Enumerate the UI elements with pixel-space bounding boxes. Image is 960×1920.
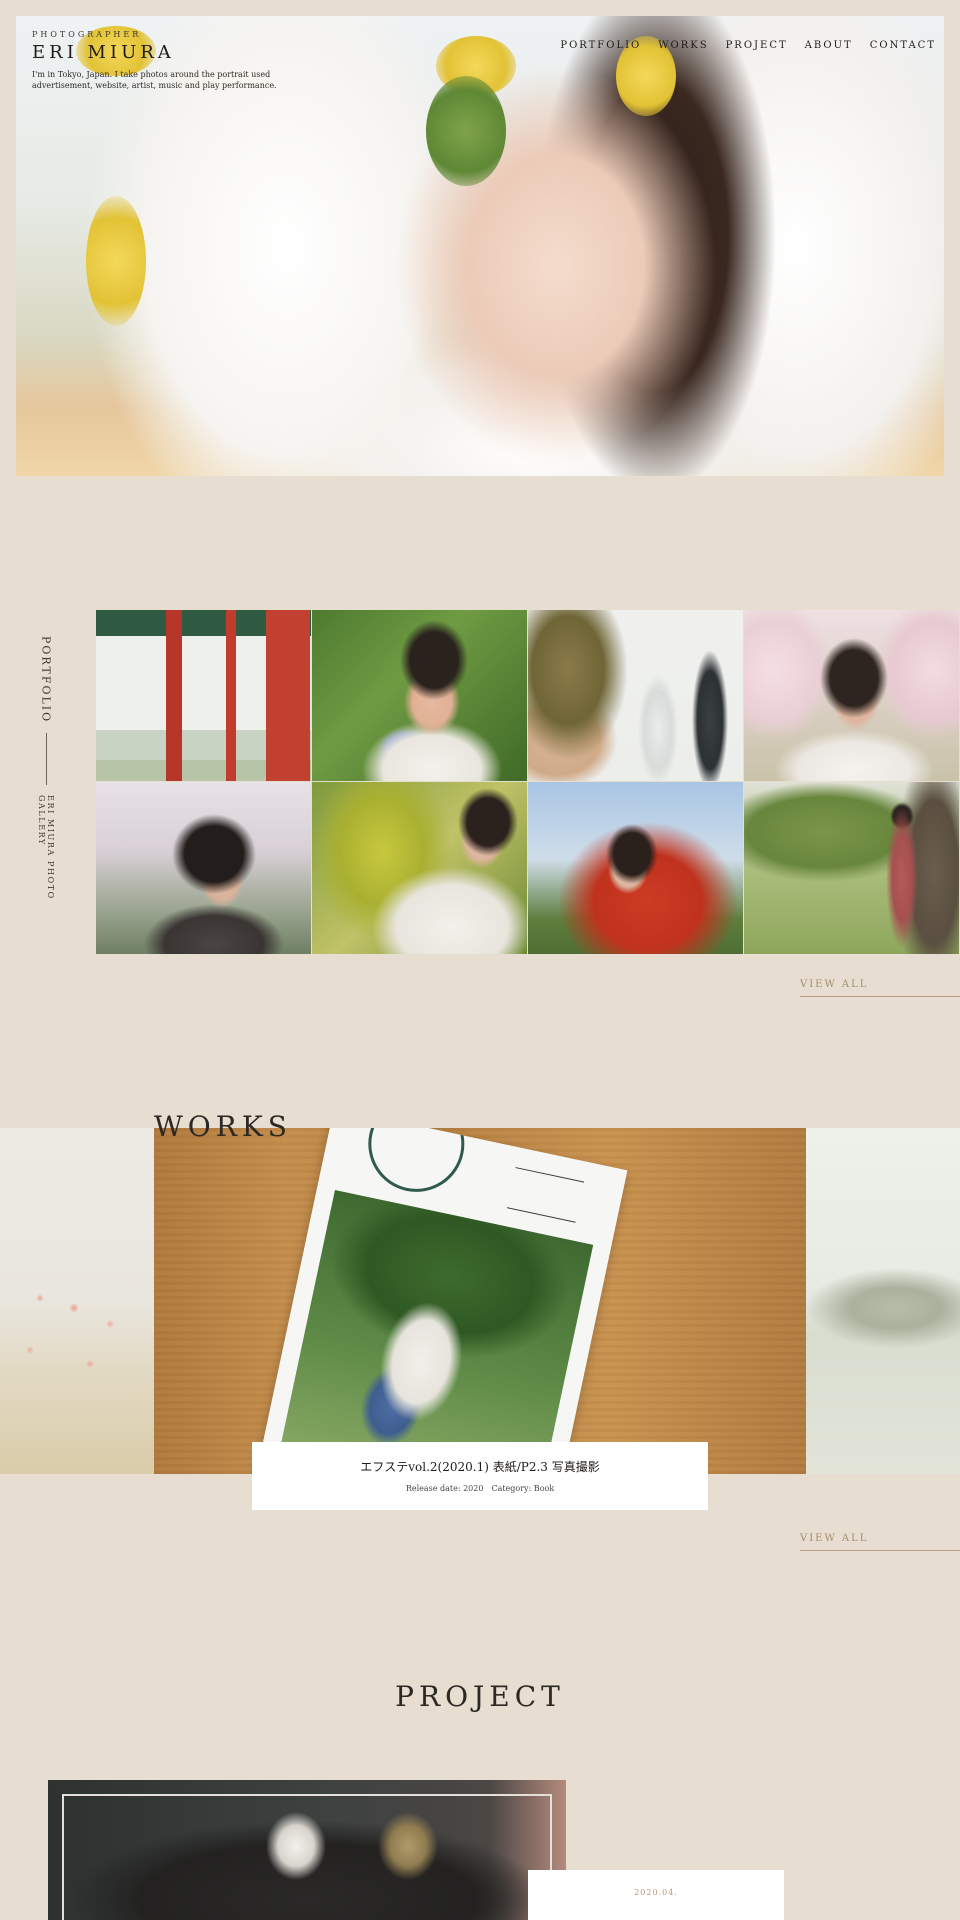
project-featured-image[interactable]	[48, 1780, 566, 1920]
magazine-tagline	[506, 1167, 585, 1223]
project-heading: PROJECT	[395, 1680, 565, 1713]
portfolio-section-label: PORTFOLIO ERI MIURA PHOTO GALLERY	[34, 636, 58, 932]
gallery-photo[interactable]	[744, 782, 959, 954]
gallery-photo[interactable]	[744, 610, 959, 781]
works-item-meta: Release date: 2020 Category: Book	[405, 1484, 555, 1493]
leaf-decoration	[426, 76, 506, 186]
mimosa-flowers-decoration	[86, 196, 146, 326]
site-brand: PHOTOGRAPHER ERI MIURA I'm in Tokyo, Jap…	[32, 30, 282, 91]
project-caption-card[interactable]: 2020.04.	[528, 1870, 784, 1920]
portfolio-heading: PORTFOLIO	[39, 636, 53, 724]
works-view-all-link[interactable]: VIEW ALL	[800, 1530, 960, 1551]
main-nav: PORTFOLIO WORKS PROJECT ABOUT CONTACT	[560, 40, 936, 51]
nav-item-portfolio[interactable]: PORTFOLIO	[560, 40, 641, 51]
hero-banner: PHOTOGRAPHER ERI MIURA I'm in Tokyo, Jap…	[16, 16, 944, 476]
works-item-title: エフステvol.2(2020.1) 表紙/P2.3 写真撮影	[360, 1460, 600, 1474]
magazine-photo	[274, 1189, 594, 1474]
site-description: I'm in Tokyo, Japan. I take photos aroun…	[32, 70, 277, 90]
nav-item-works[interactable]: WORKS	[658, 40, 708, 51]
works-featured-image[interactable]	[154, 1128, 806, 1474]
portfolio-subheading: ERI MIURA PHOTO GALLERY	[37, 794, 55, 900]
works-heading: WORKS	[154, 1110, 292, 1143]
magazine-logo	[359, 1128, 474, 1201]
gallery-photo[interactable]	[528, 782, 743, 954]
works-side-image-left	[0, 1128, 154, 1474]
nav-item-contact[interactable]: CONTACT	[870, 40, 936, 51]
gallery-photo[interactable]	[96, 610, 311, 781]
gallery-photo[interactable]	[528, 610, 743, 781]
portfolio-view-all-link[interactable]: VIEW ALL	[800, 976, 960, 997]
site-kicker: PHOTOGRAPHER	[32, 30, 142, 39]
view-all-label: VIEW ALL	[800, 1533, 869, 1544]
gallery-photo[interactable]	[312, 610, 527, 781]
magazine-cover-image	[254, 1128, 628, 1474]
project-date: 2020.04.	[634, 1888, 678, 1897]
image-frame	[62, 1794, 552, 1920]
gallery-photo[interactable]	[96, 782, 311, 954]
view-all-label: VIEW ALL	[800, 979, 869, 990]
nav-item-about[interactable]: ABOUT	[805, 40, 853, 51]
works-caption-card[interactable]: エフステvol.2(2020.1) 表紙/P2.3 写真撮影 Release d…	[252, 1442, 708, 1510]
site-logo[interactable]: ERI MIURA	[32, 42, 282, 63]
works-side-image-right	[806, 1128, 960, 1474]
gallery-photo[interactable]	[312, 782, 527, 954]
nav-item-project[interactable]: PROJECT	[726, 40, 788, 51]
divider-line	[45, 733, 47, 785]
portfolio-gallery	[96, 610, 960, 954]
